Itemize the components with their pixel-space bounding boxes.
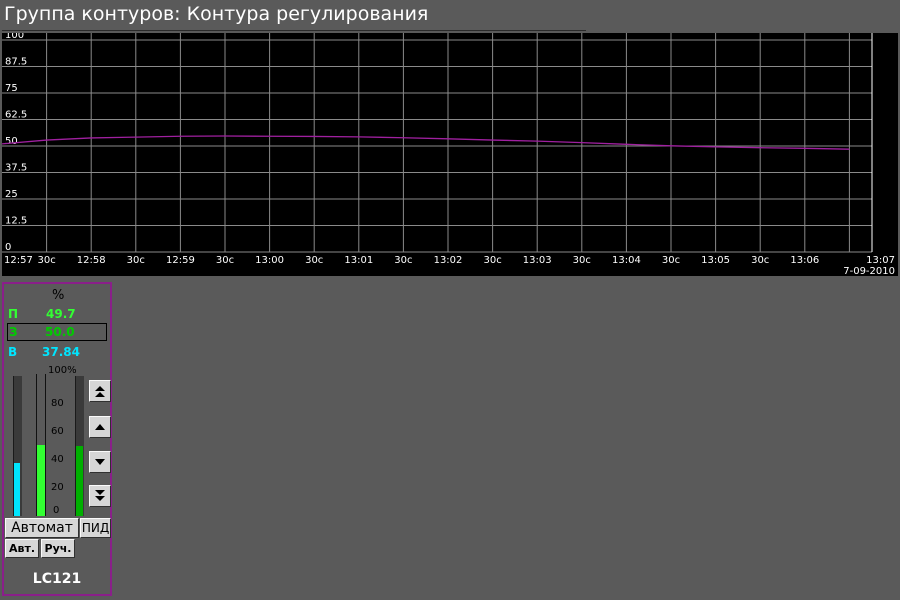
- x-tick-label: 13:00: [255, 255, 284, 266]
- y-tick-label: 87.5: [5, 57, 27, 68]
- sp-bar-track: [75, 376, 84, 516]
- x-tick-label: 12:58: [77, 255, 106, 266]
- unit-label: %: [52, 288, 65, 303]
- trend-chart: 100 87.5 75 62.5 50 37.5 25 12.5 0 12:57 30с 12:58 3…: [2, 33, 898, 276]
- scale-60: 60: [51, 426, 64, 437]
- x-tick-label: 13:07: [866, 255, 895, 266]
- x-tick-label: 13:02: [434, 255, 463, 266]
- fast-up-button[interactable]: [89, 380, 111, 402]
- y-tick-label: 62.5: [5, 110, 27, 121]
- y-tick-label: 12.5: [5, 216, 27, 227]
- y-tick-label: 25: [5, 189, 18, 200]
- chevron-up-icon: [95, 424, 105, 430]
- scale-80: 80: [51, 398, 64, 409]
- fast-down-button[interactable]: [89, 485, 111, 507]
- x-tick-label: 30с: [216, 255, 234, 266]
- manual-button[interactable]: Руч.: [41, 539, 75, 558]
- step-up-button[interactable]: [89, 416, 111, 438]
- scale-40: 40: [51, 454, 64, 465]
- pv-value: 49.7: [46, 307, 76, 321]
- double-chevron-up-icon: [95, 386, 105, 397]
- step-down-button[interactable]: [89, 451, 111, 473]
- y-tick-label: 75: [5, 83, 18, 94]
- output-bar-track: [13, 376, 22, 516]
- loop-faceplate: % П 49.7 З 50.0 В 37.84 100% 80 60 40 20…: [2, 282, 112, 596]
- x-tick-label: 30с: [37, 255, 55, 266]
- pid-button[interactable]: ПИД: [80, 518, 111, 538]
- chevron-down-icon: [95, 459, 105, 465]
- y-tick-label: 50: [5, 136, 18, 147]
- x-tick-label: 30с: [394, 255, 412, 266]
- output-bar-fill: [14, 463, 20, 516]
- trend-date: 7-09-2010: [843, 266, 895, 276]
- y-tick-label: 37.5: [5, 163, 27, 174]
- x-tick-label: 13:01: [344, 255, 373, 266]
- pv-trend-line: [2, 135, 850, 150]
- scale-100: 100%: [48, 365, 77, 376]
- y-tick-label: 100: [5, 33, 24, 41]
- auto-button[interactable]: Авт.: [5, 539, 39, 558]
- sp-value: 50.0: [45, 325, 75, 339]
- x-tick-label: 30с: [305, 255, 323, 266]
- pv-label: П: [8, 307, 19, 321]
- x-tick-label: 12:57: [4, 255, 33, 266]
- mode-button[interactable]: Автомат: [5, 518, 79, 538]
- x-tick-label: 12:59: [166, 255, 195, 266]
- title-underline: [2, 30, 586, 31]
- sp-bar-fill: [76, 446, 83, 516]
- x-tick-label: 30с: [662, 255, 680, 266]
- trend-svg: 100 87.5 75 62.5 50 37.5 25 12.5 0 12:57 30с 12:58 3…: [2, 33, 895, 276]
- sp-label: З: [9, 325, 18, 339]
- x-tick-label: 13:04: [612, 255, 641, 266]
- x-tick-label: 30с: [127, 255, 145, 266]
- loop-tag: LC121: [32, 571, 82, 587]
- x-tick-label: 30с: [483, 255, 501, 266]
- window-title: Группа контуров: Контура регулирования: [4, 3, 429, 25]
- x-tick-label: 13:03: [523, 255, 552, 266]
- y-tick-label: 0: [5, 242, 11, 253]
- scale-20: 20: [51, 482, 64, 493]
- x-tick-label: 13:05: [701, 255, 730, 266]
- x-tick-label: 13:06: [790, 255, 819, 266]
- x-tick-label: 30с: [751, 255, 769, 266]
- scale-0: 0: [53, 505, 60, 516]
- double-chevron-down-icon: [95, 490, 105, 501]
- pv-bar-fill: [37, 445, 45, 516]
- output-value: 37.84: [42, 345, 80, 359]
- setpoint-field[interactable]: З 50.0: [7, 323, 107, 341]
- output-label: В: [8, 345, 18, 359]
- pv-bar-area: [32, 374, 74, 516]
- x-tick-label: 30с: [573, 255, 591, 266]
